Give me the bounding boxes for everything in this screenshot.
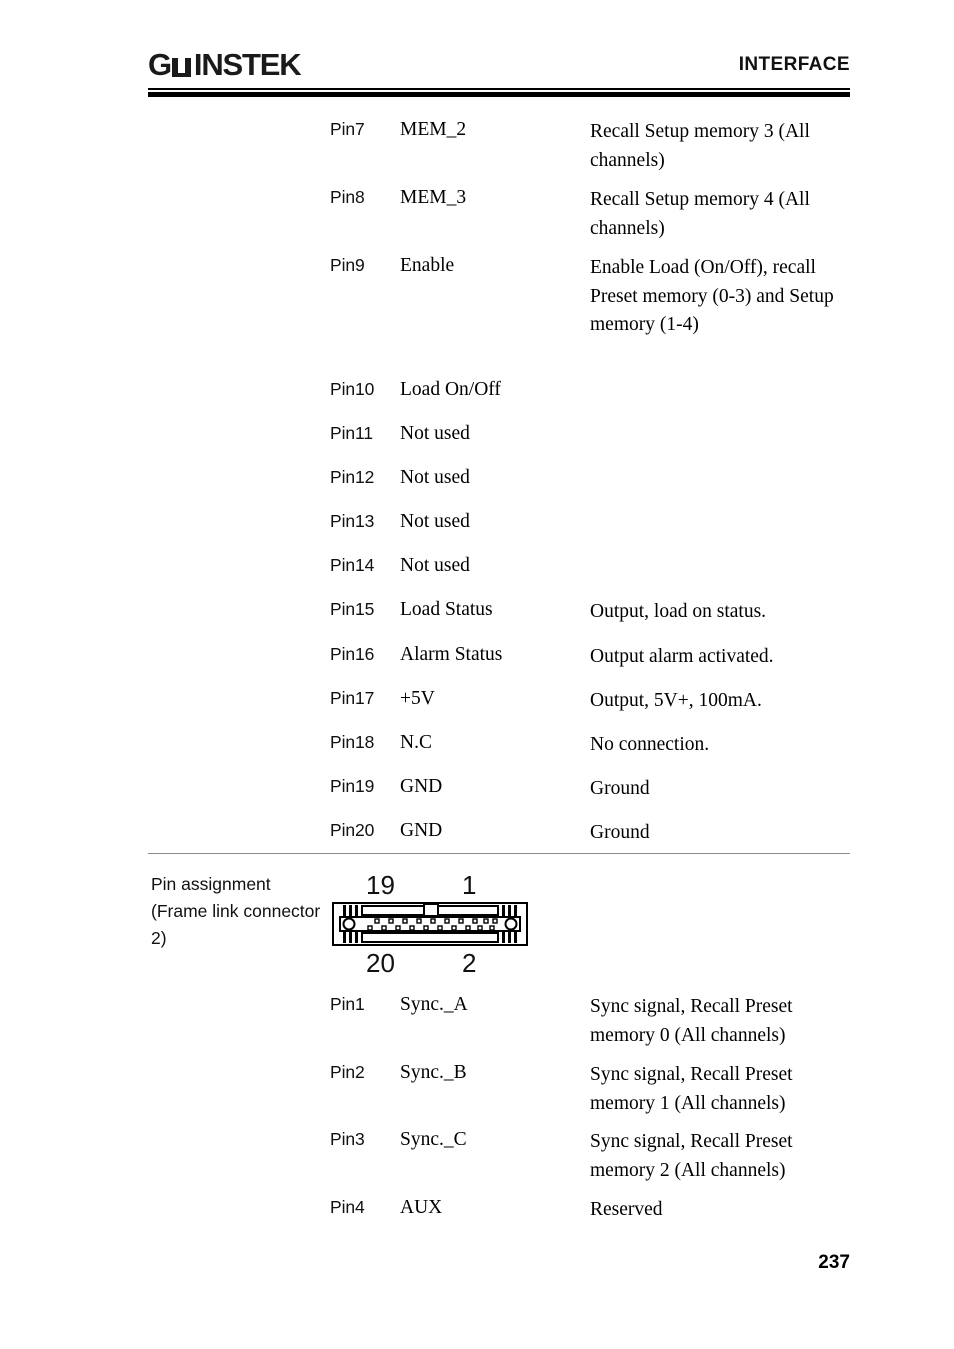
bottom-description: Reserved [590,1199,663,1220]
bottom-signal-name: AUX [400,1197,443,1218]
bottom-pin-label: Pin4 [330,1197,365,1217]
top-pin-label: Pin12 [330,467,375,487]
top-description: Output, 5V+, 100mA. [590,690,762,711]
top-pin-label: Pin11 [330,423,373,443]
bottom-signal-name: Sync._B [400,1062,467,1083]
bottom-pin-label: Pin1 [330,994,365,1014]
bottom-pin-label: Pin2 [330,1062,365,1082]
top-pin-label: Pin10 [330,379,375,399]
top-signal-name: MEM_3 [400,187,467,208]
connector-label-top-left: 19 [366,870,395,900]
header-rule-thick [148,92,850,97]
top-description: Output alarm activated. [590,646,774,667]
top-pin-label: Pin14 [330,555,375,575]
connector-diagram: 19 1 20 2 [332,868,532,980]
pin-assignment-label: Pin assignment (Frame link connector 2) [151,874,321,948]
bottom-description: Sync signal, Recall Preset memory 0 (All… [590,996,793,1046]
top-description: Recall Setup memory 3 (All channels) [590,121,810,171]
top-pin-label: Pin17 [330,688,375,708]
top-signal-name: Load Status [400,599,493,620]
top-description: Output, load on status. [590,601,767,622]
top-pin-label: Pin13 [330,511,375,531]
top-description: Ground [590,822,650,843]
logo-text-instek: INSTEK [193,47,302,82]
connector-label-bottom-right: 2 [462,948,477,978]
top-signal-name: GND [400,820,443,841]
top-signal-name: Load On/Off [400,379,501,400]
top-signal-name: Not used [400,555,470,576]
top-signal-name: GND [400,776,443,797]
top-description: Recall Setup memory 4 (All channels) [590,189,810,239]
bottom-signal-name: Sync._A [400,994,468,1015]
connector-label-bottom-left: 20 [366,948,395,978]
d-sub-connector-icon [332,902,528,946]
top-pin-label: Pin18 [330,732,375,752]
header-rule-thin [148,88,850,90]
top-signal-name: Enable [400,255,455,276]
top-description: Ground [590,778,650,799]
top-pin-label: Pin7 [330,119,365,139]
connector-label-top-right: 1 [462,870,477,900]
logo-text-g: G [148,47,172,82]
top-signal-name: Not used [400,511,470,532]
page-number: 237 [818,1252,850,1273]
gw-w-mark-icon [171,56,193,80]
top-pin-label: Pin8 [330,187,365,207]
top-pin-label: Pin16 [330,644,375,664]
top-signal-name: Alarm Status [400,644,503,665]
page-header: G INSTEK INTERFACE [148,46,850,86]
document-page: G INSTEK INTERFACE Pin7 MEM_2 Recall Setup… [0,0,954,1349]
top-pin-label: Pin20 [330,820,375,840]
top-signal-name: +5V [400,688,435,709]
top-pin-label: Pin19 [330,776,375,796]
top-description: Enable Load (On/Off), recall Preset memo… [590,257,834,335]
top-pin-label: Pin15 [330,599,375,619]
bottom-description: Sync signal, Recall Preset memory 2 (All… [590,1131,793,1181]
top-signal-name: N.C [400,732,432,753]
bottom-pin-label: Pin3 [330,1129,365,1149]
header-section-title: INTERFACE [738,54,850,75]
section-divider [148,853,850,854]
top-description: No connection. [590,734,710,755]
top-pin-label: Pin9 [330,255,365,275]
bottom-description: Sync signal, Recall Preset memory 1 (All… [590,1064,793,1114]
top-signal-name: Not used [400,423,470,444]
top-signal-name: Not used [400,467,470,488]
top-signal-name: MEM_2 [400,119,467,140]
bottom-signal-name: Sync._C [400,1129,467,1150]
gw-instek-logo: G INSTEK [148,46,302,82]
